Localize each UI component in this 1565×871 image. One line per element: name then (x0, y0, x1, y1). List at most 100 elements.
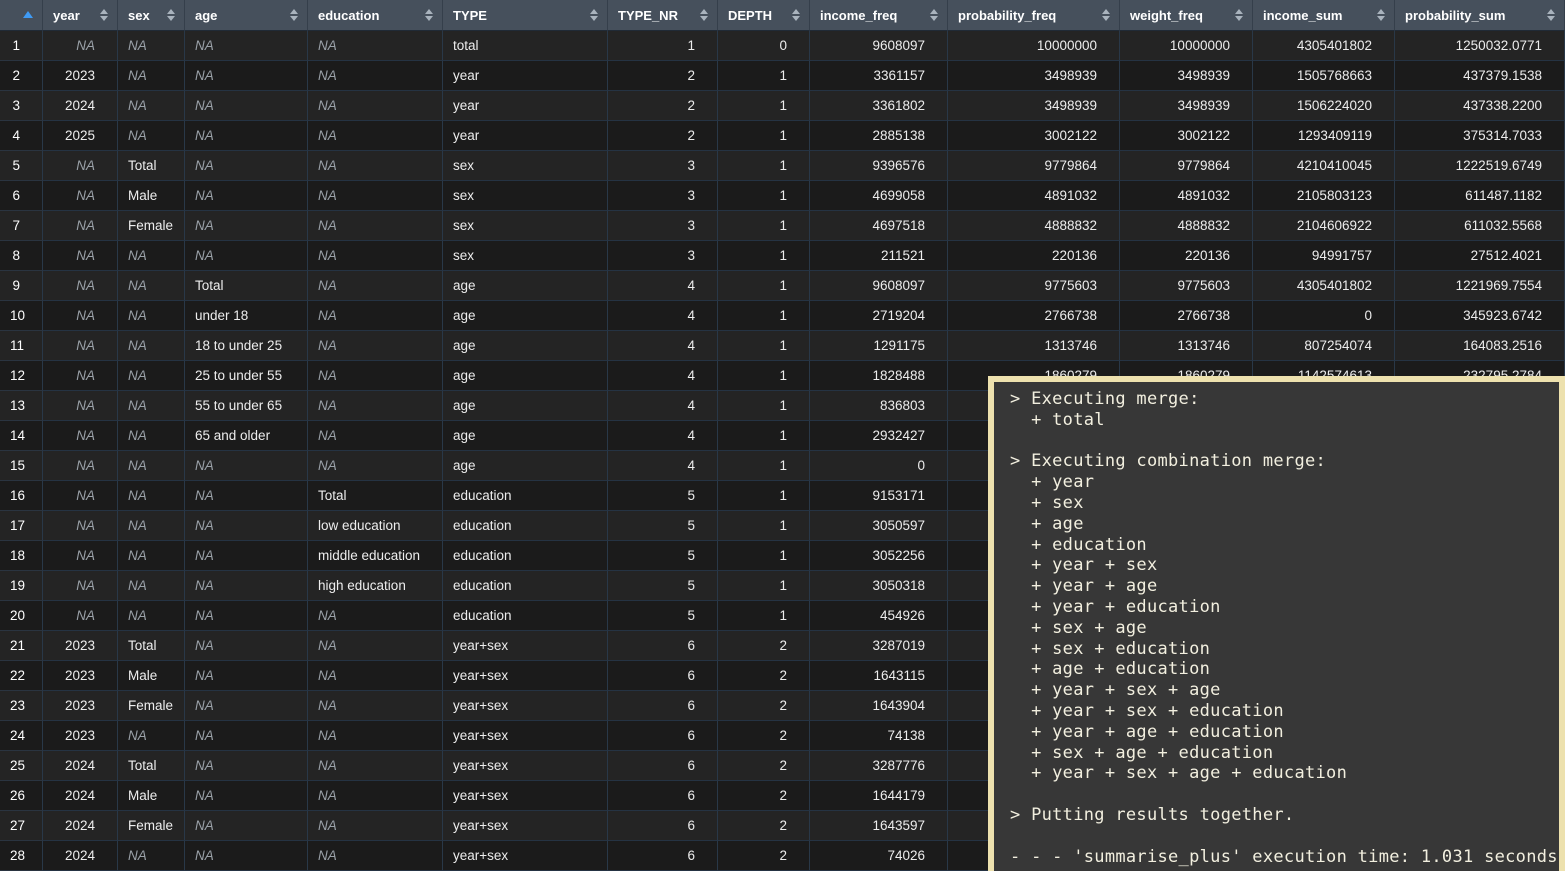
cell-TYPE_NR: 3 (608, 151, 718, 181)
row-number-cell: 15 (0, 451, 43, 481)
cell-age: NA (185, 91, 308, 121)
cell-TYPE_NR: 4 (608, 421, 718, 451)
cell-sex: Female (118, 811, 185, 841)
cell-year: 2023 (43, 631, 118, 661)
cell-income_freq: 0 (810, 451, 948, 481)
cell-weight_freq: 4891032 (1120, 181, 1253, 211)
cell-age: NA (185, 661, 308, 691)
cell-year: NA (43, 451, 118, 481)
column-header-DEPTH[interactable]: DEPTH (718, 0, 810, 31)
cell-DEPTH: 1 (718, 361, 810, 391)
cell-income_freq: 4697518 (810, 211, 948, 241)
cell-income_freq: 3050318 (810, 571, 948, 601)
cell-DEPTH: 1 (718, 451, 810, 481)
sort-toggle-icon (1235, 9, 1243, 21)
cell-age: NA (185, 181, 308, 211)
cell-DEPTH: 1 (718, 301, 810, 331)
cell-education: NA (308, 61, 443, 91)
cell-age: NA (185, 541, 308, 571)
column-header-TYPE[interactable]: TYPE (443, 0, 608, 31)
table-row: 9NANATotalNAage4196080979775603977560343… (0, 271, 1565, 301)
cell-year: 2024 (43, 781, 118, 811)
cell-age: 25 to under 55 (185, 361, 308, 391)
cell-DEPTH: 2 (718, 841, 810, 871)
cell-probability_sum: 1250032.0771 (1395, 31, 1565, 61)
cell-income_freq: 1828488 (810, 361, 948, 391)
cell-weight_freq: 2766738 (1120, 301, 1253, 331)
sort-toggle-icon (700, 9, 708, 21)
cell-sex: NA (118, 421, 185, 451)
cell-income_freq: 1291175 (810, 331, 948, 361)
cell-income_freq: 4699058 (810, 181, 948, 211)
cell-sex: NA (118, 61, 185, 91)
cell-DEPTH: 1 (718, 181, 810, 211)
cell-probability_sum: 345923.6742 (1395, 301, 1565, 331)
cell-education: NA (308, 661, 443, 691)
cell-year: NA (43, 301, 118, 331)
cell-weight_freq: 9775603 (1120, 271, 1253, 301)
cell-DEPTH: 1 (718, 271, 810, 301)
column-header-weight_freq[interactable]: weight_freq (1120, 0, 1253, 31)
column-label: sex (128, 8, 150, 23)
cell-TYPE_NR: 3 (608, 181, 718, 211)
cell-age: NA (185, 481, 308, 511)
cell-TYPE: year+sex (443, 691, 608, 721)
cell-age: NA (185, 121, 308, 151)
cell-TYPE: education (443, 601, 608, 631)
sort-toggle-icon (290, 9, 298, 21)
cell-year: NA (43, 331, 118, 361)
row-number-cell: 12 (0, 361, 43, 391)
cell-income_freq: 9153171 (810, 481, 948, 511)
row-number-cell: 14 (0, 421, 43, 451)
column-label: weight_freq (1130, 8, 1203, 23)
column-header-rownum[interactable] (0, 0, 43, 31)
table-row: 1NANANANAtotal10960809710000000100000004… (0, 31, 1565, 61)
cell-year: NA (43, 31, 118, 61)
cell-probability_freq: 10000000 (948, 31, 1120, 61)
cell-year: 2023 (43, 691, 118, 721)
cell-income_freq: 9608097 (810, 31, 948, 61)
cell-TYPE_NR: 5 (608, 541, 718, 571)
cell-DEPTH: 2 (718, 781, 810, 811)
cell-year: NA (43, 361, 118, 391)
cell-probability_freq: 9775603 (948, 271, 1120, 301)
cell-DEPTH: 1 (718, 211, 810, 241)
column-header-probability_sum[interactable]: probability_sum (1395, 0, 1565, 31)
cell-DEPTH: 1 (718, 91, 810, 121)
column-header-income_freq[interactable]: income_freq (810, 0, 948, 31)
column-header-probability_freq[interactable]: probability_freq (948, 0, 1120, 31)
cell-DEPTH: 1 (718, 241, 810, 271)
cell-weight_freq: 9779864 (1120, 151, 1253, 181)
column-header-income_sum[interactable]: income_sum (1253, 0, 1395, 31)
cell-age: 65 and older (185, 421, 308, 451)
column-header-sex[interactable]: sex (118, 0, 185, 31)
cell-sex: Male (118, 781, 185, 811)
cell-DEPTH: 1 (718, 421, 810, 451)
column-header-age[interactable]: age (185, 0, 308, 31)
row-number-cell: 24 (0, 721, 43, 751)
cell-income_freq: 1643597 (810, 811, 948, 841)
cell-age: NA (185, 751, 308, 781)
row-number-cell: 7 (0, 211, 43, 241)
cell-DEPTH: 1 (718, 391, 810, 421)
cell-year: NA (43, 391, 118, 421)
column-header-year[interactable]: year (43, 0, 118, 31)
cell-age: NA (185, 571, 308, 601)
row-number-cell: 9 (0, 271, 43, 301)
row-number-cell: 4 (0, 121, 43, 151)
sort-toggle-icon (792, 9, 800, 21)
column-header-education[interactable]: education (308, 0, 443, 31)
row-number-cell: 1 (0, 31, 43, 61)
sort-toggle-icon (100, 9, 108, 21)
cell-probability_freq: 3498939 (948, 91, 1120, 121)
cell-age: NA (185, 811, 308, 841)
cell-sex: NA (118, 361, 185, 391)
cell-age: NA (185, 601, 308, 631)
cell-age: 18 to under 25 (185, 331, 308, 361)
cell-TYPE: year+sex (443, 721, 608, 751)
cell-education: low education (308, 511, 443, 541)
cell-sex: NA (118, 481, 185, 511)
column-header-TYPE_NR[interactable]: TYPE_NR (608, 0, 718, 31)
cell-income_freq: 3052256 (810, 541, 948, 571)
cell-probability_sum: 437379.1538 (1395, 61, 1565, 91)
